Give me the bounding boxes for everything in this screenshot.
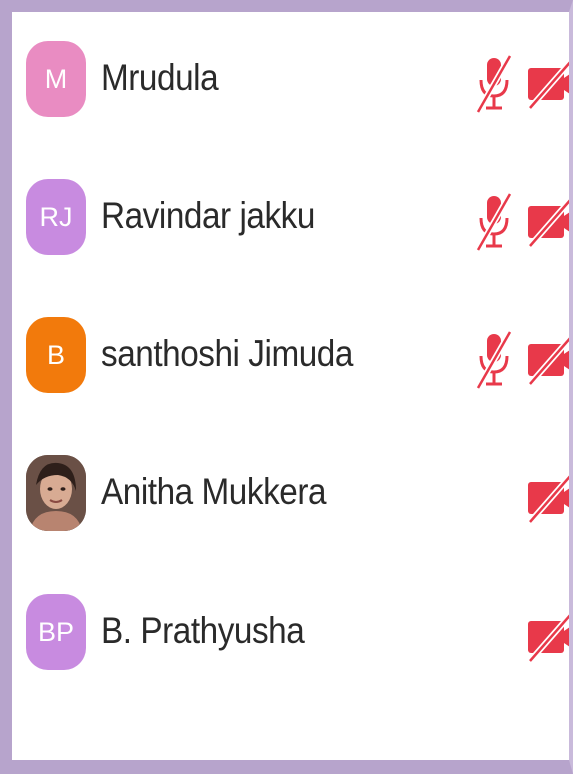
avatar-initials: B — [46, 339, 65, 370]
avatar-initials: M — [44, 63, 68, 94]
participant-name: Mrudula — [101, 57, 219, 98]
avatar-initials: RJ — [39, 201, 73, 232]
avatar-initials: BP — [37, 616, 75, 647]
avatar: B — [26, 317, 86, 393]
avatar: M — [26, 41, 86, 117]
participants-panel: M Mrudula RJ Ravindar jakku B santhoshi … — [0, 0, 573, 774]
participant-row-mrudula[interactable]: M Mrudula — [12, 12, 569, 122]
mic-muted-icon[interactable] — [474, 54, 516, 114]
participant-name: Anitha Mukkera — [101, 471, 327, 512]
mic-muted-icon[interactable] — [474, 330, 516, 390]
profile-photo-icon — [26, 455, 86, 531]
participant-row-b-prathyusha[interactable]: BP B. Prathyusha — [12, 565, 569, 675]
participant-name: santhoshi Jimuda — [101, 333, 353, 374]
video-off-icon[interactable] — [526, 472, 573, 524]
participant-row-anitha-mukkera[interactable]: Anitha Mukkera — [12, 426, 569, 536]
participant-row-santhoshi-jimuda[interactable]: B santhoshi Jimuda — [12, 288, 569, 398]
video-off-icon[interactable] — [526, 58, 573, 110]
avatar-photo — [26, 455, 86, 531]
avatar: BP — [26, 594, 86, 670]
participant-name: B. Prathyusha — [101, 610, 305, 651]
video-off-icon[interactable] — [526, 611, 573, 663]
avatar: RJ — [26, 179, 86, 255]
participant-list: M Mrudula RJ Ravindar jakku B santhoshi … — [12, 12, 569, 760]
video-off-icon[interactable] — [526, 196, 573, 248]
participant-row-ravindar-jakku[interactable]: RJ Ravindar jakku — [12, 150, 569, 260]
mic-muted-icon[interactable] — [474, 192, 516, 252]
video-off-icon[interactable] — [526, 334, 573, 386]
participant-name: Ravindar jakku — [101, 195, 315, 236]
